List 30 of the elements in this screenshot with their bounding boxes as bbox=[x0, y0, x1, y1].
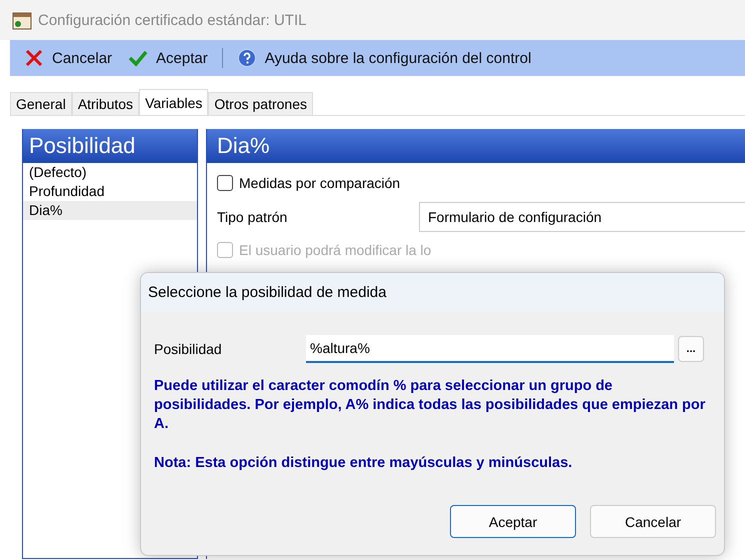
app-icon bbox=[12, 10, 32, 30]
list-item[interactable]: (Defecto) bbox=[23, 163, 197, 182]
field-label: Posibilidad bbox=[154, 341, 223, 357]
dialog-title: Seleccione la posibilidad de medida bbox=[148, 284, 386, 301]
browse-button[interactable]: ... bbox=[678, 336, 704, 362]
accept-button[interactable]: Aceptar bbox=[122, 46, 214, 70]
window-title: Configuración certificado estándar: UTIL bbox=[38, 12, 306, 28]
panel-header: Posibilidad bbox=[23, 129, 197, 163]
list-item[interactable]: Dia% bbox=[23, 201, 197, 220]
tab[interactable]: Variables bbox=[139, 89, 208, 115]
tab[interactable]: General bbox=[10, 92, 72, 115]
cancel-button[interactable]: Cancelar bbox=[18, 46, 118, 70]
help-button[interactable]: Ayuda sobre la configuración del control bbox=[230, 46, 538, 70]
checkmark-icon bbox=[128, 48, 148, 68]
field-label: Tipo patrón bbox=[217, 209, 288, 225]
hint-text: Puede utilizar el caracter comodín % para seleccionar un grupo de posibilidades. Por ejemplo, A% indica todas las posibilidades que empiezan por A. bbox=[154, 377, 706, 434]
checkbox-label: El usuario podrá modificar la lo bbox=[239, 242, 432, 258]
note-text: Nota: Esta opción distingue entre mayúsculas y minúsculas. bbox=[154, 454, 574, 473]
tab[interactable]: Atributos bbox=[72, 92, 140, 115]
dialog-button[interactable]: Cancelar bbox=[590, 505, 716, 538]
help-icon bbox=[236, 48, 257, 68]
checkbox[interactable] bbox=[217, 175, 233, 191]
panel-header: Dia% bbox=[207, 129, 745, 163]
checkbox-label: Medidas por comparación bbox=[239, 175, 400, 191]
dialog-button[interactable]: Aceptar bbox=[450, 505, 576, 538]
close-icon bbox=[24, 48, 44, 68]
pattern-type-field[interactable]: Formulario de configuración bbox=[419, 202, 745, 232]
input-field[interactable]: %altura% bbox=[306, 335, 674, 363]
tab[interactable]: Otros patrones bbox=[208, 92, 313, 115]
list-item[interactable]: Profundidad bbox=[23, 182, 197, 201]
